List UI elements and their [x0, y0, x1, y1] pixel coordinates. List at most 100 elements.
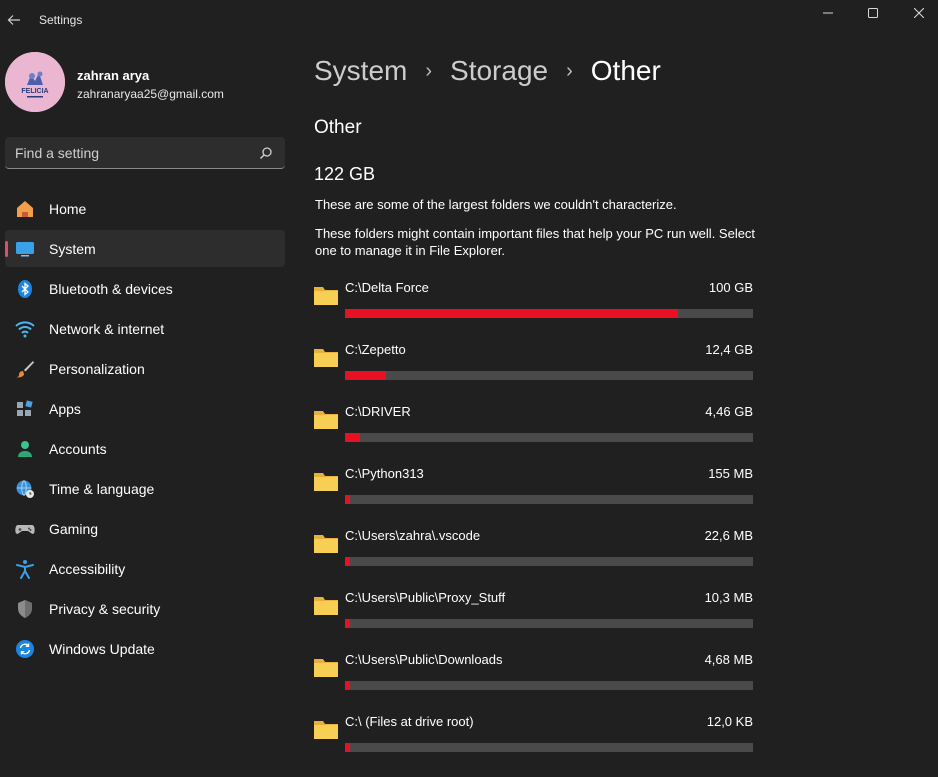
sidebar-item-home[interactable]: Home	[5, 190, 285, 227]
folder-icon	[314, 473, 338, 491]
usage-bar	[345, 619, 753, 628]
folder-row[interactable]: C:\Delta Force 100 GB	[313, 278, 758, 340]
search-box[interactable]	[5, 137, 285, 169]
folder-path: C:\Users\Public\Proxy_Stuff	[345, 590, 506, 605]
folder-row[interactable]: C:\DRIVER 4,46 GB	[313, 402, 758, 464]
usage-bar	[345, 495, 753, 504]
usage-bar-fill	[345, 619, 350, 628]
usage-bar-fill	[345, 309, 679, 318]
folder-size: 22,6 MB	[704, 528, 753, 543]
back-button[interactable]	[4, 8, 24, 32]
accessibility-icon	[15, 559, 35, 579]
folder-path: C:\Python313	[345, 466, 424, 481]
folder-icon	[314, 287, 338, 305]
gamepad-icon	[15, 519, 35, 539]
sidebar-item-windows-update[interactable]: Windows Update	[5, 630, 285, 667]
maximize-button[interactable]	[850, 0, 896, 26]
folder-row[interactable]: C:\Python313 155 MB	[313, 464, 758, 526]
folder-row[interactable]: C:\Zepetto 12,4 GB	[313, 340, 758, 402]
sidebar-item-label: Home	[49, 201, 87, 217]
search-input[interactable]	[15, 137, 245, 168]
person-icon	[15, 439, 35, 459]
sidebar-item-label: Network & internet	[49, 321, 165, 337]
sidebar-nav: Home System Bluetooth & devices Network …	[5, 190, 285, 670]
usage-bar	[345, 557, 753, 566]
search-icon[interactable]	[259, 146, 273, 160]
apps-icon	[15, 399, 35, 419]
section-title: Other	[314, 117, 362, 138]
sidebar-item-label: Apps	[49, 401, 81, 417]
minimize-icon	[823, 12, 833, 14]
breadcrumb-separator: ›	[566, 59, 573, 82]
breadcrumb-current: Other	[590, 55, 661, 86]
sidebar-item-accessibility[interactable]: Accessibility	[5, 550, 285, 587]
folder-row[interactable]: C:\Users\Public\Downloads 4,68 MB	[313, 650, 758, 712]
total-size: 122 GB	[314, 164, 376, 184]
sidebar-item-accounts[interactable]: Accounts	[5, 430, 285, 467]
breadcrumb-separator: ›	[425, 59, 433, 82]
breadcrumb: System › Storage › Other	[314, 55, 661, 87]
bluetooth-icon	[15, 279, 35, 299]
sidebar-item-time-language[interactable]: Time & language	[5, 470, 285, 507]
usage-bar	[345, 309, 753, 318]
user-name: zahran arya	[77, 68, 150, 83]
folder-size: 4,46 GB	[705, 404, 753, 419]
folder-path: C:\Users\zahra\.vscode	[345, 528, 481, 543]
avatar[interactable]: FELICIA	[5, 52, 65, 112]
avatar-text: FELICIA	[21, 88, 48, 95]
close-icon	[914, 8, 924, 18]
usage-bar-fill	[345, 433, 361, 442]
home-icon	[15, 199, 35, 219]
breadcrumb-storage[interactable]: Storage	[450, 55, 548, 87]
folder-path: C:\Delta Force	[345, 280, 429, 295]
sidebar-item-bluetooth[interactable]: Bluetooth & devices	[5, 270, 285, 307]
folder-icon	[314, 535, 338, 553]
minimize-button[interactable]	[805, 0, 851, 26]
sidebar-item-label: Gaming	[49, 521, 99, 537]
folder-row[interactable]: C:\Users\zahra\.vscode 22,6 MB	[313, 526, 758, 588]
folder-size: 155 MB	[708, 466, 753, 481]
sidebar-item-gaming[interactable]: Gaming	[5, 510, 285, 547]
folder-path: C:\Zepetto	[345, 342, 406, 357]
avatar-logo-icon: FELICIA	[5, 52, 65, 112]
close-button[interactable]	[896, 0, 938, 26]
folder-row[interactable]: C:\ (Files at drive root) 12,0 KB	[313, 712, 758, 774]
sidebar-item-system[interactable]: System	[5, 230, 285, 267]
usage-bar	[345, 743, 753, 752]
folder-path: C:\DRIVER	[345, 404, 411, 419]
usage-bar-fill	[345, 681, 350, 690]
folder-icon	[314, 349, 338, 367]
usage-bar	[345, 371, 753, 380]
sidebar-item-apps[interactable]: Apps	[5, 390, 285, 427]
sidebar-item-personalization[interactable]: Personalization	[5, 350, 285, 387]
brush-icon	[15, 359, 35, 379]
folder-size: 12,4 GB	[705, 342, 753, 357]
folder-size: 4,68 MB	[704, 652, 753, 667]
description: These are some of the largest folders we…	[315, 197, 677, 212]
system-icon	[15, 239, 35, 259]
maximize-icon	[868, 8, 878, 18]
sidebar-item-label: Accessibility	[49, 561, 126, 577]
folder-icon	[314, 597, 338, 615]
description-detail: These folders might contain important fi…	[315, 226, 756, 258]
sidebar-item-network[interactable]: Network & internet	[5, 310, 285, 347]
usage-bar-fill	[345, 371, 387, 380]
folder-icon	[314, 721, 338, 739]
folder-row[interactable]: C:\Users\Public\Proxy_Stuff 10,3 MB	[313, 588, 758, 650]
folder-size: 10,3 MB	[704, 590, 753, 605]
sidebar-item-label: Bluetooth & devices	[49, 281, 173, 297]
wifi-icon	[15, 319, 35, 339]
update-icon	[15, 639, 35, 659]
usage-bar-fill	[345, 557, 350, 566]
sidebar-item-label: Accounts	[49, 441, 107, 457]
folder-icon	[314, 659, 338, 677]
breadcrumb-system[interactable]: System	[314, 55, 407, 87]
folder-path: C:\ (Files at drive root)	[345, 714, 474, 729]
sidebar-item-label: Windows Update	[49, 641, 155, 657]
sidebar-item-label: Time & language	[49, 481, 155, 497]
usage-bar	[345, 433, 753, 442]
app-title: Settings	[39, 13, 83, 27]
back-arrow-icon	[7, 15, 20, 25]
user-email: zahranaryaa25@gmail.com	[77, 87, 224, 101]
sidebar-item-privacy[interactable]: Privacy & security	[5, 590, 285, 627]
